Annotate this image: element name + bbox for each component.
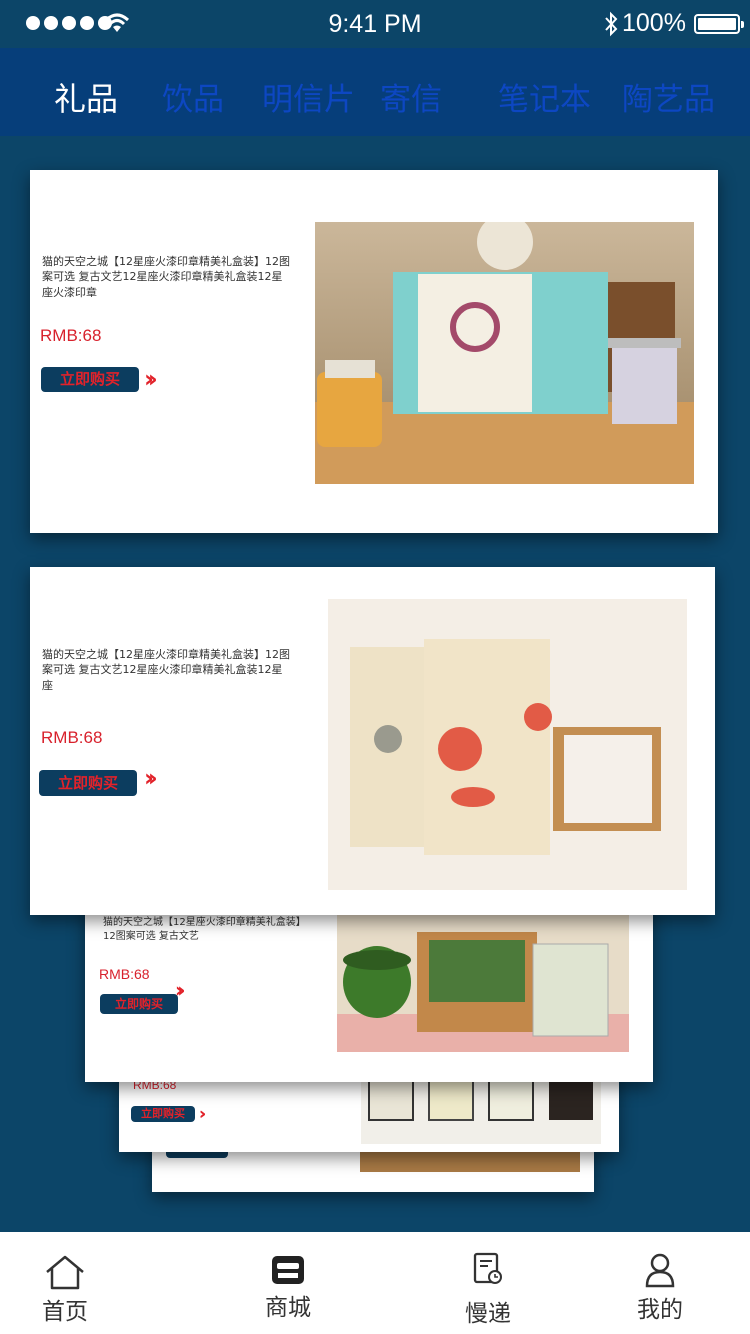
- product-card-3[interactable]: 猫的天空之城【12星座火漆印章精美礼盒装】12图案可选 复古文艺 RMB:68 …: [85, 900, 653, 1082]
- status-bar: 9:41 PM 100%: [0, 0, 750, 48]
- product-image: [328, 599, 687, 890]
- product-price: RMB:68: [41, 728, 103, 747]
- profile-icon: [645, 1253, 675, 1288]
- bottom-nav: 首页 商城 慢递 我的: [0, 1232, 750, 1334]
- slow-mail-icon: [473, 1252, 502, 1284]
- category-tabs: 礼品 饮品 明信片 寄信 笔记本 陶艺品: [0, 48, 750, 136]
- nav-home[interactable]: 首页: [0, 1232, 140, 1334]
- tab-gifts[interactable]: 礼品: [54, 74, 118, 120]
- tab-drinks[interactable]: 饮品: [162, 74, 224, 119]
- product-description: 猫的天空之城【12星座火漆印章精美礼盒装】12图案可选 复古文艺12星座火漆印章…: [42, 255, 290, 299]
- chevron-right-icon: ››: [199, 1104, 207, 1123]
- nav-label: 首页: [42, 1299, 88, 1325]
- store-icon: [272, 1256, 304, 1284]
- tab-letters[interactable]: 寄信: [380, 74, 442, 119]
- chevron-right-icon: ››: [144, 365, 158, 393]
- tab-notebooks[interactable]: 笔记本: [498, 74, 591, 119]
- product-card-3[interactable]: RMB:68 立即购买 ››: [119, 1070, 619, 1152]
- battery-icon: [694, 14, 744, 34]
- product-price: RMB:68: [99, 966, 150, 982]
- tab-postcards[interactable]: 明信片: [262, 74, 355, 119]
- nav-slow-mail[interactable]: 慢递: [413, 1232, 563, 1334]
- nav-store[interactable]: 商城: [213, 1232, 363, 1334]
- product-description: 猫的天空之城【12星座火漆印章精美礼盒装】12图案可选 复古文艺: [103, 917, 306, 942]
- buy-now-button[interactable]: 立即购买: [39, 770, 137, 796]
- chevron-right-icon: ››: [175, 978, 186, 1002]
- product-image: [361, 1072, 601, 1144]
- nav-label: 商城: [265, 1295, 311, 1321]
- tab-ceramics[interactable]: 陶艺品: [622, 74, 715, 119]
- buy-now-button[interactable]: 立即购买: [100, 994, 178, 1014]
- nav-label: 我的: [637, 1297, 683, 1323]
- nav-profile[interactable]: 我的: [585, 1232, 735, 1334]
- bluetooth-icon: [605, 11, 618, 37]
- buy-now-button[interactable]: 立即购买: [41, 367, 139, 392]
- battery-percent: 100%: [622, 9, 686, 37]
- product-card-1[interactable]: 猫的天空之城【12星座火漆印章精美礼盒装】12图案可选 复古文艺12星座火漆印章…: [30, 170, 718, 533]
- home-icon: [46, 1255, 84, 1290]
- product-price: RMB:68: [40, 326, 102, 345]
- product-description: 猫的天空之城【12星座火漆印章精美礼盒装】12图案可选 复古文艺12星座火漆印章…: [42, 648, 290, 692]
- product-card-2[interactable]: 猫的天空之城【12星座火漆印章精美礼盒装】12图案可选 复古文艺12星座火漆印章…: [30, 567, 715, 915]
- buy-now-button[interactable]: 立即购买: [131, 1106, 195, 1122]
- product-image: [337, 914, 629, 1052]
- nav-label: 慢递: [465, 1301, 511, 1327]
- product-image: [315, 222, 694, 484]
- chevron-right-icon: ››: [144, 764, 158, 792]
